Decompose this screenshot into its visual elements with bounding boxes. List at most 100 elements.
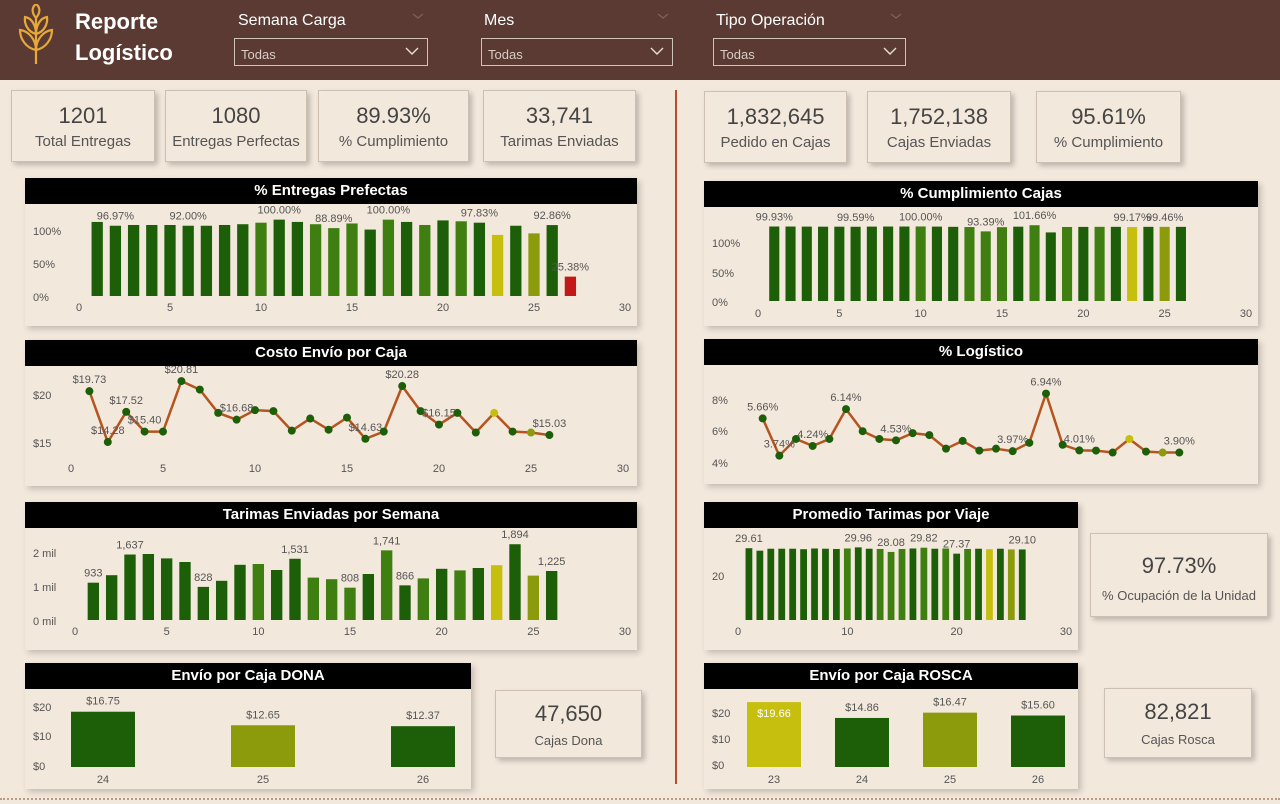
filter-select-mes[interactable]: Todas: [481, 38, 673, 66]
data-label: 6.94%: [1030, 377, 1061, 389]
chevron-down-icon: [650, 47, 664, 55]
x-tick-label: 20: [433, 463, 445, 475]
bar: [865, 548, 873, 620]
chart-costo: $19.73 $14.28 $17.52 $15.40 $20.81 $16.68 $14.…: [33, 366, 629, 475]
bottom-divider: [0, 798, 1280, 800]
data-label: $19.66: [757, 708, 791, 720]
data-point: [1142, 447, 1150, 456]
bar: [87, 582, 100, 620]
data-point: [85, 387, 94, 396]
bar: [1175, 226, 1186, 301]
kpi-value: 89.93%: [356, 103, 431, 128]
chart-title: Envío por Caja DONA: [25, 663, 471, 689]
bar: [382, 219, 395, 296]
data-label: 92.00%: [170, 211, 208, 223]
data-label: 866: [396, 570, 414, 582]
data-label: 99.93%: [756, 212, 794, 224]
x-tick-label: 0: [68, 463, 74, 475]
x-tick-label: 5: [164, 626, 170, 638]
data-point: [508, 427, 517, 436]
center-divider: [675, 90, 677, 784]
bar: [920, 547, 928, 620]
bar: [127, 224, 140, 296]
data-label: $12.65: [246, 709, 280, 721]
y-tick-label: 100%: [33, 226, 61, 238]
data-label: 4.24%: [797, 429, 828, 441]
filter-select-semana[interactable]: Todas: [234, 38, 428, 66]
chevron-down-icon[interactable]: [412, 10, 424, 22]
data-label: 97.83%: [461, 208, 499, 220]
bar: [546, 225, 558, 296]
x-tick-label: 26: [417, 774, 429, 786]
chevron-down-icon[interactable]: [890, 10, 902, 22]
panel-logistico: % Logístico 5.66% 3.74% 4.24% 6.14% 4.53% 3.9…: [704, 339, 1258, 484]
data-point: [775, 451, 784, 460]
bar: [835, 717, 889, 767]
bar: [417, 578, 430, 620]
bar: [745, 548, 753, 620]
bar: [71, 711, 135, 767]
data-label: $16.47: [933, 697, 967, 709]
chevron-down-icon[interactable]: [657, 10, 669, 22]
data-point: [177, 377, 186, 386]
panel-envio-rosca: Envío por Caja ROSCA $19.66 23 $14.86 24 $16…: [704, 663, 1078, 789]
x-tick-label: 25: [525, 463, 537, 475]
x-tick-label: 30: [1240, 308, 1252, 320]
x-tick-label: 23: [768, 774, 780, 786]
x-tick-label: 30: [619, 626, 631, 638]
data-point: [1092, 446, 1100, 455]
y-tick-label: $0: [33, 761, 45, 773]
x-tick-label: 15: [341, 463, 353, 475]
data-label: 100.00%: [899, 211, 943, 223]
data-label: $20.28: [385, 369, 419, 381]
x-tick-label: 5: [167, 302, 173, 314]
y-tick-label: 1 mil: [33, 582, 56, 594]
bar: [510, 225, 522, 296]
x-tick-label: 24: [97, 774, 109, 786]
bar: [91, 221, 103, 296]
bar: [942, 548, 950, 620]
data-label: 93.39%: [967, 216, 1005, 228]
kpi-cajas-dona: 47,650 Cajas Dona: [495, 690, 642, 758]
kpi-value: 33,741: [525, 103, 594, 128]
bar: [218, 224, 231, 296]
bar: [854, 547, 862, 620]
panel-costo-envio: Costo Envío por Caja $19.73 $14.28 $17.52 $…: [25, 340, 637, 486]
bar: [980, 231, 991, 301]
bar: [1062, 226, 1073, 301]
data-label: $14.63: [349, 422, 383, 434]
kpi-value: 1,832,645: [726, 104, 825, 129]
chart-logistico: 5.66% 3.74%4.24% 6.14% 4.53% 3.97% 6.94% 4.01%…: [712, 377, 1195, 470]
bar: [142, 554, 155, 620]
bar: [472, 568, 485, 620]
data-point: [892, 436, 900, 445]
bar: [528, 233, 540, 296]
data-label: 29.96: [845, 532, 873, 544]
bar: [1159, 226, 1170, 301]
bar: [1045, 232, 1056, 301]
bar: [197, 586, 210, 620]
filter-select-tipo[interactable]: Todas: [713, 38, 906, 66]
data-label: $16.75: [86, 696, 120, 708]
filter-value-mes: Todas: [488, 47, 523, 62]
chart-rosca: $19.66 23 $14.86 24 $16.47 25 $15.60 26 $20 $10 $0: [712, 697, 1065, 786]
x-tick-label: 5: [836, 308, 842, 320]
kpi-label: % Ocupación de la Unidad: [1102, 588, 1256, 603]
chart-tarimas: 933 1,637 828 1,531 808 1,741 866 1,894 1,225 0 5 1…: [33, 529, 631, 638]
bar: [400, 221, 413, 296]
data-label: 92.86%: [534, 210, 572, 222]
bar: [564, 276, 577, 296]
y-tick-label: $10: [33, 731, 51, 743]
kpi-cumplimiento: 89.93% % Cumplimiento: [318, 90, 469, 162]
kpi-cajas-rosca: 82,821 Cajas Rosca: [1104, 688, 1252, 758]
data-label: 1,637: [116, 540, 144, 552]
series-line: [88, 379, 550, 445]
data-label: 29.10: [1009, 534, 1037, 546]
data-label: 27.37: [943, 539, 971, 551]
data-label: 1,741: [373, 535, 401, 547]
data-point: [361, 434, 370, 443]
bar: [291, 221, 304, 296]
bar: [419, 224, 431, 296]
data-point: [975, 446, 984, 455]
y-tick-label: $0: [712, 760, 724, 772]
